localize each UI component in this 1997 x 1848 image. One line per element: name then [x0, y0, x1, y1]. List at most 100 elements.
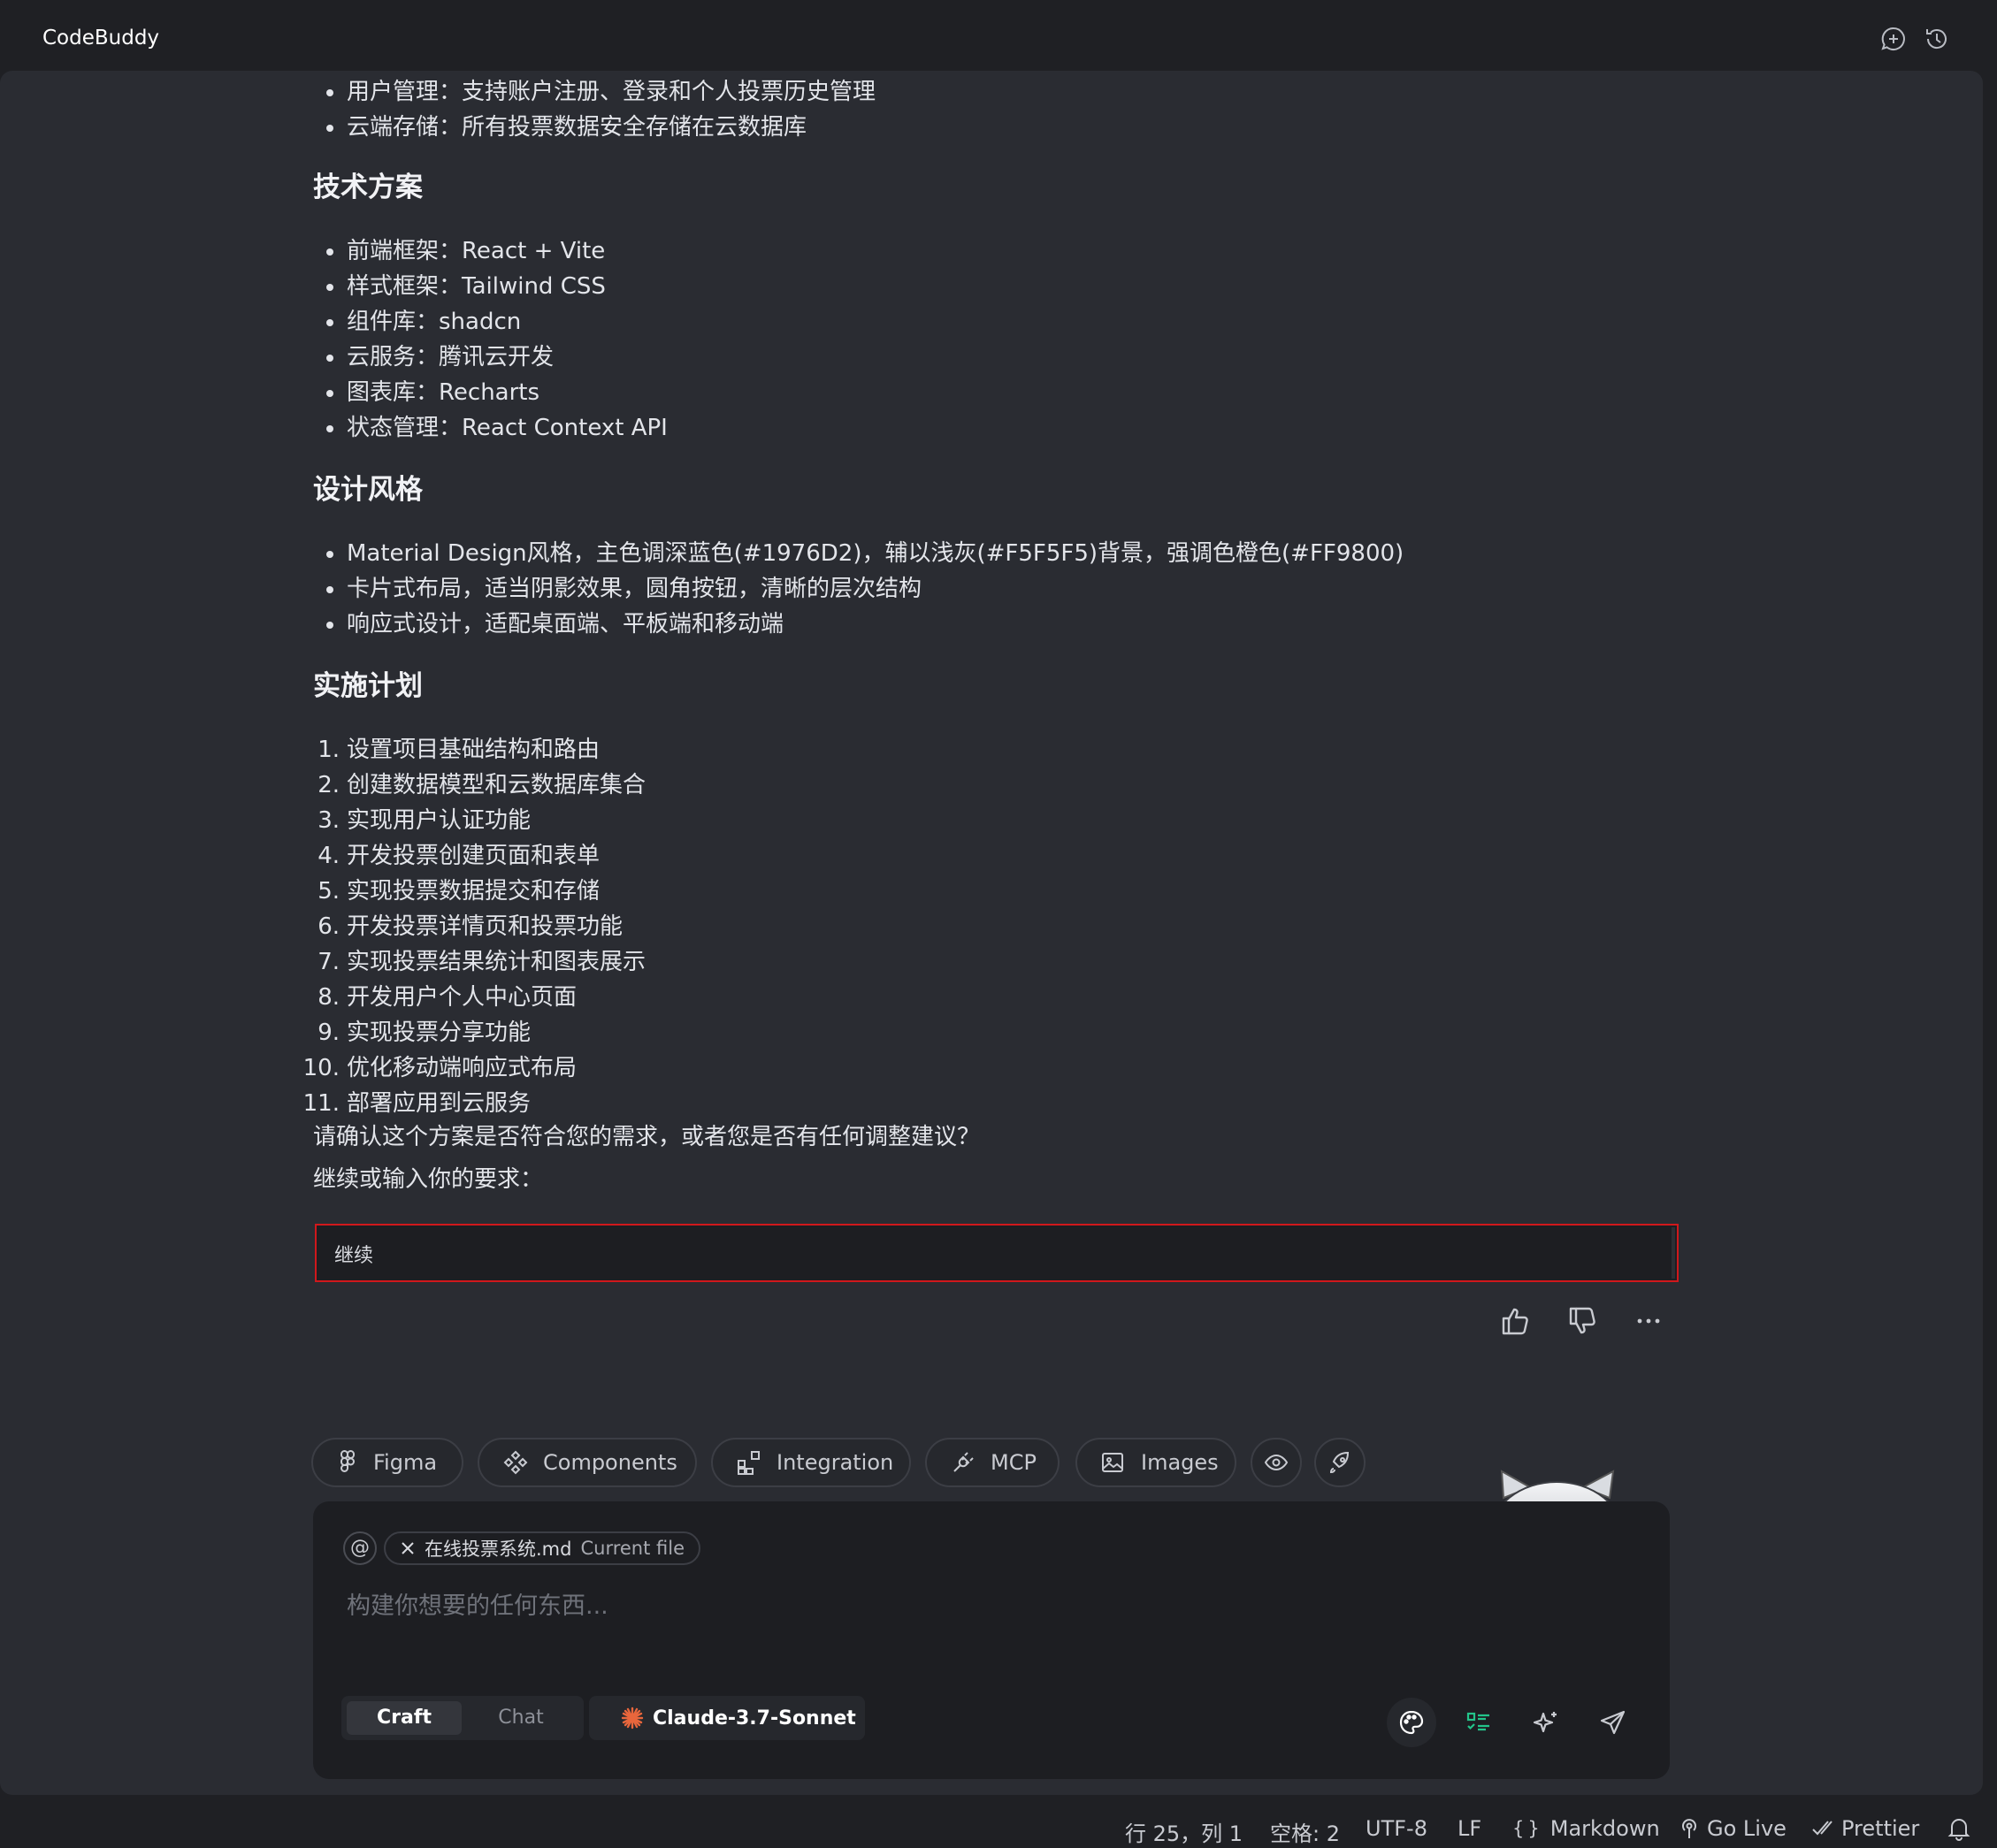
title-bar: CodeBuddy: [0, 0, 1997, 71]
encoding-label: UTF-8: [1366, 1816, 1427, 1841]
indentation-label: 空格: 2: [1270, 1821, 1340, 1846]
prettier-label: Prettier: [1841, 1816, 1920, 1841]
list-item: 状态管理：React Context API: [313, 410, 1675, 446]
reply-input[interactable]: 继续: [315, 1224, 1679, 1282]
feature-list: 用户管理：支持账户注册、登录和个人投票历史管理 云端存储：所有投票数据安全存储在…: [313, 74, 1675, 145]
plan-list: 1. 设置项目基础结构和路由 2. 创建数据模型和云数据库集合 3. 实现用户认证功能…: [302, 732, 1675, 1121]
sparkle-icon: [1533, 1712, 1557, 1733]
confirm-question: 请确认这个方案是否符合您的需求，或者您是否有任何调整建议？: [313, 1124, 981, 1150]
components-button[interactable]: Components: [478, 1438, 697, 1487]
prettier-button[interactable]: Prettier: [1811, 1816, 1919, 1841]
list-item: 9. 实现投票分享功能: [318, 1019, 532, 1046]
design-heading: 设计风格: [313, 474, 423, 506]
list-item: 云端存储：所有投票数据安全存储在云数据库: [313, 110, 1675, 145]
thumbs-up-icon[interactable]: [1498, 1303, 1534, 1339]
continue-prompt: 继续或输入你的要求：: [313, 1166, 544, 1193]
list-item: 云服务：腾讯云开发: [313, 340, 1675, 375]
integration-label: Integration: [777, 1450, 894, 1475]
indentation[interactable]: 空格: 2: [1270, 1816, 1340, 1847]
prompt-input[interactable]: 构建你想要的任何东西...: [347, 1586, 608, 1621]
list-item: 8. 开发用户个人中心页面: [318, 984, 578, 1011]
status-bar: 行 25，列 1 空格: 2 UTF-8 LF {} Markdown Go L…: [0, 1809, 1997, 1848]
image-icon: [1102, 1453, 1123, 1472]
cursor-position-label: 行 25，列 1: [1125, 1821, 1243, 1846]
figma-icon: [340, 1450, 355, 1472]
deploy-button[interactable]: [1314, 1438, 1366, 1487]
list-item: 组件库：shadcn: [313, 304, 1675, 340]
mcp-label: MCP: [991, 1450, 1037, 1475]
context-file-name: 在线投票系统.md: [425, 1539, 572, 1560]
list-item: 卡片式布局，适当阴影效果，圆角按钮，清晰的层次结构: [313, 571, 1675, 607]
components-icon: [503, 1450, 528, 1475]
list-item: 5. 实现投票数据提交和存储: [318, 878, 601, 905]
integration-icon: [738, 1451, 760, 1475]
checklist-icon: [1466, 1712, 1489, 1731]
list-item: 10. 优化移动端响应式布局: [302, 1055, 578, 1081]
thumbs-down-icon[interactable]: [1565, 1303, 1601, 1339]
list-item: 2. 创建数据模型和云数据库集合: [318, 772, 647, 798]
go-live-button[interactable]: Go Live: [1679, 1816, 1787, 1841]
chat-plus-icon[interactable]: [1879, 25, 1908, 53]
line-ending[interactable]: LF: [1458, 1816, 1481, 1841]
list-item: 响应式设计，适配桌面端、平板端和移动端: [313, 607, 1675, 642]
go-live-label: Go Live: [1707, 1816, 1787, 1841]
images-label: Images: [1141, 1450, 1219, 1475]
tech-list: 前端框架：React + Vite 样式框架：Tailwind CSS 组件库：…: [313, 233, 1675, 446]
context-file-chip: 在线投票系统.md Current file: [384, 1531, 700, 1565]
send-icon: [1600, 1710, 1626, 1735]
model-selector[interactable]: Claude-3.7-Sonnet: [589, 1696, 865, 1740]
figma-button[interactable]: Figma: [311, 1438, 463, 1487]
integration-button[interactable]: Integration: [711, 1438, 911, 1487]
mcp-button[interactable]: MCP: [925, 1438, 1060, 1487]
mode-toggle: Craft Chat: [341, 1696, 584, 1740]
preview-button[interactable]: [1251, 1438, 1302, 1487]
broadcast-icon: [1682, 1819, 1696, 1838]
history-icon[interactable]: [1923, 25, 1951, 53]
list-item: 1. 设置项目基础结构和路由: [318, 737, 601, 763]
double-check-icon: [1812, 1821, 1832, 1836]
composer: @ 在线投票系统.md Current file 构建你想要的任何东西... C…: [313, 1501, 1670, 1779]
mode-craft-button[interactable]: Craft: [347, 1701, 462, 1735]
mention-button[interactable]: @: [343, 1531, 377, 1565]
reply-input-edge: [1672, 1227, 1675, 1279]
send-button[interactable]: [1588, 1698, 1638, 1747]
context-file-sub: Current file: [580, 1538, 685, 1559]
list-item: 6. 开发投票详情页和投票功能: [318, 913, 624, 940]
palette-icon: [1399, 1710, 1424, 1735]
enhance-button[interactable]: [1521, 1698, 1571, 1747]
list-item: 前端框架：React + Vite: [313, 233, 1675, 269]
app-title: CodeBuddy: [42, 27, 160, 50]
figma-label: Figma: [373, 1450, 438, 1475]
list-item: 3. 实现用户认证功能: [318, 807, 532, 834]
reply-input-value: 继续: [334, 1245, 374, 1267]
list-item: 样式框架：Tailwind CSS: [313, 269, 1675, 304]
images-button[interactable]: Images: [1075, 1438, 1236, 1487]
line-ending-label: LF: [1458, 1816, 1482, 1841]
list-item: 4. 开发投票创建页面和表单: [318, 843, 601, 869]
close-icon[interactable]: [400, 1540, 416, 1556]
mode-chat-button[interactable]: Chat: [463, 1701, 578, 1735]
design-list: Material Design风格，主色调深蓝色(#1976D2)，辅以浅灰(#…: [313, 536, 1675, 642]
rocket-icon: [1329, 1451, 1350, 1474]
components-label: Components: [543, 1450, 677, 1475]
list-item: Material Design风格，主色调深蓝色(#1976D2)，辅以浅灰(#…: [313, 536, 1675, 571]
chat-panel: 用户管理：支持账户注册、登录和个人投票历史管理 云端存储：所有投票数据安全存储在…: [0, 71, 1983, 1795]
language-mode[interactable]: {} Markdown: [1512, 1816, 1660, 1841]
bell-icon[interactable]: [1947, 1816, 1970, 1841]
list-item: 11. 部署应用到云服务: [302, 1090, 532, 1117]
claude-icon: [621, 1707, 644, 1730]
todo-button[interactable]: [1454, 1698, 1503, 1747]
plug-icon: [953, 1452, 974, 1472]
plan-heading: 实施计划: [313, 670, 423, 702]
language-label: Markdown: [1549, 1816, 1660, 1841]
more-horizontal-icon[interactable]: [1633, 1303, 1668, 1339]
cursor-position[interactable]: 行 25，列 1: [1125, 1816, 1243, 1847]
theme-button[interactable]: [1387, 1698, 1436, 1747]
eye-icon: [1264, 1454, 1289, 1471]
encoding[interactable]: UTF-8: [1366, 1816, 1427, 1841]
tech-heading: 技术方案: [313, 172, 423, 203]
list-item: 图表库：Recharts: [313, 375, 1675, 410]
braces-icon: {}: [1512, 1818, 1543, 1839]
model-label: Claude-3.7-Sonnet: [653, 1707, 856, 1730]
list-item: 7. 实现投票结果统计和图表展示: [318, 949, 647, 975]
